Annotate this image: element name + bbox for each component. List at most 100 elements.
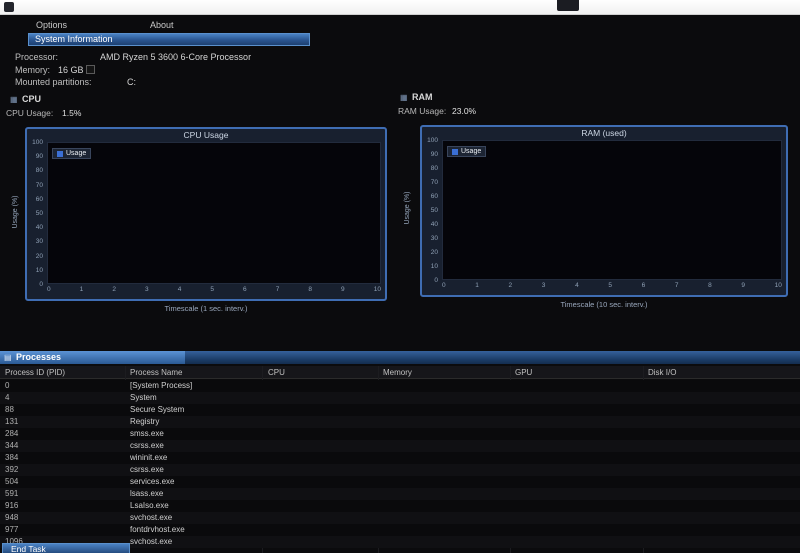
y-tick-label: 100 bbox=[32, 139, 43, 146]
x-tick-label: 5 bbox=[210, 286, 214, 294]
table-cell: 977 bbox=[5, 525, 18, 534]
x-tick-label: 0 bbox=[442, 282, 446, 290]
x-tick-label: 1 bbox=[475, 282, 479, 290]
ram-chart-legend: Usage bbox=[447, 146, 486, 157]
y-tick-label: 30 bbox=[431, 235, 438, 242]
menu-item-options[interactable]: Options bbox=[36, 20, 67, 30]
table-cell: LsaIso.exe bbox=[130, 501, 169, 510]
table-cell: svchost.exe bbox=[130, 537, 172, 546]
ram-chart-x-label: Timescale (10 sec. interv.) bbox=[420, 300, 788, 309]
menu-item-about[interactable]: About bbox=[150, 20, 174, 30]
memory-info-box bbox=[86, 65, 95, 74]
ram-chart-y-label: Usage (%) bbox=[404, 158, 414, 258]
table-cell: 131 bbox=[5, 417, 18, 426]
y-tick-label: 90 bbox=[36, 153, 43, 160]
table-cell: svchost.exe bbox=[130, 513, 172, 522]
cpu-usage-value: 1.5% bbox=[62, 108, 81, 118]
y-tick-label: 50 bbox=[431, 207, 438, 214]
x-tick-label: 5 bbox=[608, 282, 612, 290]
y-tick-label: 100 bbox=[427, 137, 438, 144]
x-tick-label: 7 bbox=[276, 286, 280, 294]
column-header[interactable]: Process Name bbox=[130, 368, 182, 377]
table-row[interactable]: 948svchost.exe bbox=[0, 512, 800, 524]
x-tick-label: 9 bbox=[741, 282, 745, 290]
processor-label: Processor: bbox=[15, 52, 58, 62]
table-row[interactable]: 4System bbox=[0, 392, 800, 404]
ram-usage-chart: RAM (used) 1009080706050403020100 Usage … bbox=[420, 125, 788, 297]
table-row[interactable]: 392csrss.exe bbox=[0, 464, 800, 476]
table-row[interactable]: 384 wininit.exe bbox=[0, 452, 800, 464]
table-cell: 0 bbox=[5, 381, 9, 390]
x-tick-label: 3 bbox=[542, 282, 546, 290]
x-tick-label: 6 bbox=[642, 282, 646, 290]
column-header[interactable]: Memory bbox=[383, 368, 412, 377]
x-tick-label: 9 bbox=[341, 286, 345, 294]
column-header[interactable]: Process ID (PID) bbox=[5, 368, 65, 377]
processes-section-icon: ▤ bbox=[4, 353, 12, 362]
y-tick-label: 70 bbox=[36, 182, 43, 189]
y-tick-label: 50 bbox=[36, 210, 43, 217]
table-row[interactable]: 977fontdrvhost.exe bbox=[0, 524, 800, 536]
x-tick-label: 7 bbox=[675, 282, 679, 290]
table-cell: 504 bbox=[5, 477, 18, 486]
y-tick-label: 10 bbox=[431, 263, 438, 270]
cpu-chart-x-axis: 012345678910 bbox=[47, 286, 381, 294]
usage-series-swatch bbox=[57, 151, 63, 157]
table-row[interactable]: 916 LsaIso.exe bbox=[0, 500, 800, 512]
end-task-button[interactable]: End Task bbox=[2, 543, 130, 553]
x-tick-label: 8 bbox=[708, 282, 712, 290]
table-cell: 284 bbox=[5, 429, 18, 438]
table-cell: 384 bbox=[5, 453, 18, 462]
cpu-chart-y-label: Usage (%) bbox=[12, 162, 22, 262]
y-tick-label: 90 bbox=[431, 151, 438, 158]
memory-value: 16 GB bbox=[58, 65, 84, 75]
ram-usage-label: RAM Usage: bbox=[398, 106, 446, 116]
table-cell: [System Process] bbox=[130, 381, 192, 390]
table-cell: System bbox=[130, 393, 157, 402]
table-cell: Registry bbox=[130, 417, 159, 426]
table-row[interactable]: 344csrss.exe bbox=[0, 440, 800, 452]
x-tick-label: 2 bbox=[112, 286, 116, 294]
process-table-header: Process ID (PID) Process Name CPU Memory GPU… bbox=[0, 366, 800, 379]
table-row[interactable]: 88Secure System bbox=[0, 404, 800, 416]
y-tick-label: 0 bbox=[434, 277, 438, 284]
column-header[interactable]: Disk I/O bbox=[648, 368, 676, 377]
table-cell: services.exe bbox=[130, 477, 174, 486]
processes-section-title: Processes bbox=[16, 352, 61, 362]
column-header[interactable]: GPU bbox=[515, 368, 532, 377]
x-tick-label: 4 bbox=[575, 282, 579, 290]
y-tick-label: 10 bbox=[36, 267, 43, 274]
table-row[interactable]: 284smss.exe bbox=[0, 428, 800, 440]
x-tick-label: 6 bbox=[243, 286, 247, 294]
table-row[interactable]: 0 [System Process] bbox=[0, 380, 800, 392]
cpu-chart-y-axis: 1009080706050403020100 bbox=[27, 139, 45, 288]
table-cell: csrss.exe bbox=[130, 465, 164, 474]
y-tick-label: 80 bbox=[431, 165, 438, 172]
table-cell: 916 bbox=[5, 501, 18, 510]
table-row[interactable]: 504 services.exe bbox=[0, 476, 800, 488]
cpu-chart-plot-area: Usage bbox=[47, 142, 381, 284]
usage-series-swatch bbox=[452, 149, 458, 155]
table-cell: 88 bbox=[5, 405, 14, 414]
y-tick-label: 60 bbox=[36, 196, 43, 203]
y-tick-label: 70 bbox=[431, 179, 438, 186]
ram-usage-value: 23.0% bbox=[452, 106, 476, 116]
titlebar-button[interactable] bbox=[557, 0, 579, 11]
y-tick-label: 40 bbox=[431, 221, 438, 228]
table-cell: wininit.exe bbox=[130, 453, 167, 462]
column-header[interactable]: CPU bbox=[268, 368, 285, 377]
legend-label: Usage bbox=[66, 150, 86, 157]
table-row[interactable]: 131 Registry bbox=[0, 416, 800, 428]
x-tick-label: 4 bbox=[178, 286, 182, 294]
partitions-label: Mounted partitions: bbox=[15, 77, 92, 87]
cpu-chart-legend: Usage bbox=[52, 148, 91, 159]
table-cell: lsass.exe bbox=[130, 489, 163, 498]
table-row[interactable]: 591lsass.exe bbox=[0, 488, 800, 500]
system-information-selected-item[interactable]: System Information bbox=[28, 33, 310, 46]
cpu-chart-x-label: Timescale (1 sec. interv.) bbox=[25, 304, 387, 313]
ram-section-title: RAM bbox=[412, 92, 433, 102]
x-tick-label: 2 bbox=[509, 282, 513, 290]
ram-chart-x-axis: 012345678910 bbox=[442, 282, 782, 290]
ram-chart-title: RAM (used) bbox=[422, 128, 786, 138]
y-tick-label: 40 bbox=[36, 224, 43, 231]
